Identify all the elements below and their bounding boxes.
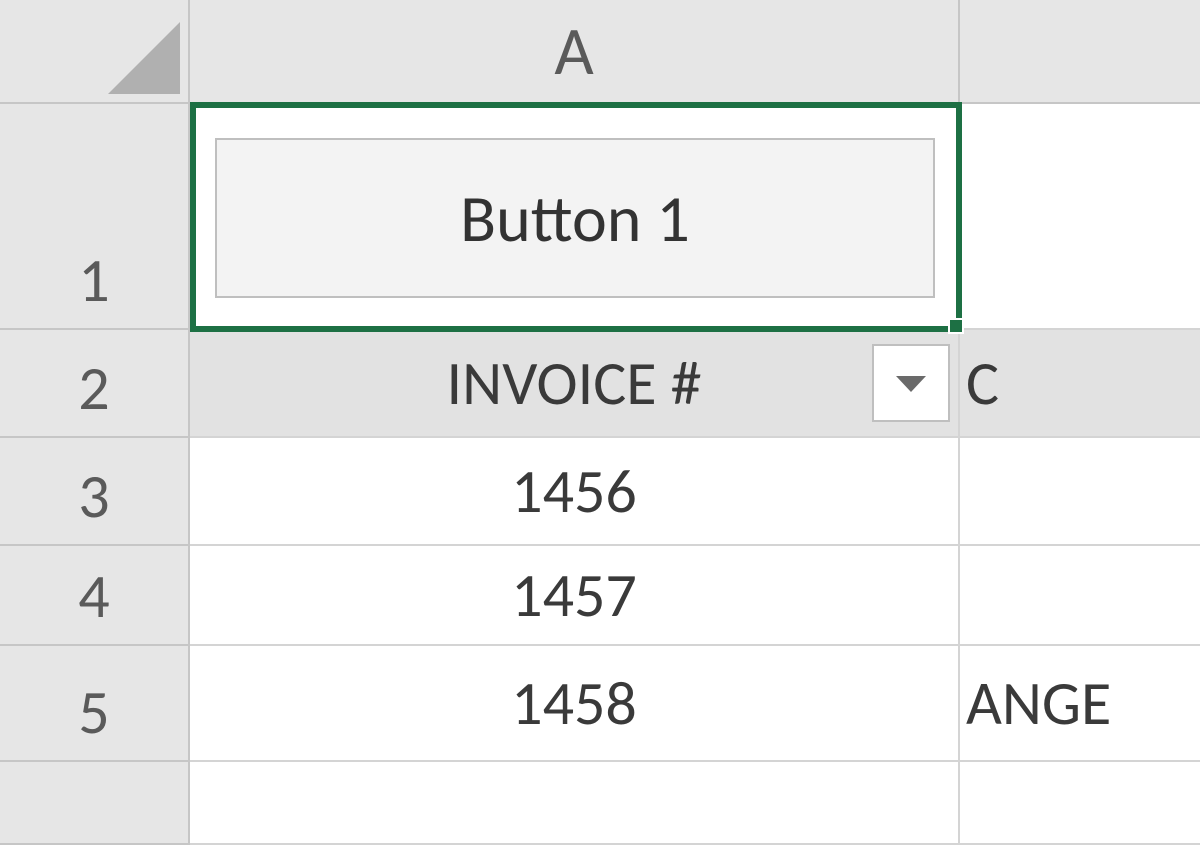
cell-a2[interactable]: INVOICE # bbox=[190, 330, 960, 438]
cell-a4[interactable]: 1457 bbox=[190, 546, 960, 646]
cell-a6[interactable] bbox=[190, 762, 960, 845]
row-6-partial bbox=[0, 762, 1200, 845]
row-2: 2 INVOICE # C bbox=[0, 330, 1200, 438]
cell-b6[interactable] bbox=[960, 762, 1200, 845]
cell-a3[interactable]: 1456 bbox=[190, 438, 960, 546]
chevron-down-icon bbox=[894, 372, 928, 394]
select-all-corner[interactable] bbox=[0, 0, 190, 104]
column-header-b[interactable] bbox=[960, 0, 1200, 104]
row-header-1[interactable]: 1 bbox=[0, 104, 190, 330]
cell-a5[interactable]: 1458 bbox=[190, 646, 960, 762]
column-header-a[interactable]: A bbox=[190, 0, 960, 104]
cell-b4[interactable] bbox=[960, 546, 1200, 646]
row-5: 5 1458 ANGE bbox=[0, 646, 1200, 762]
row-4: 4 1457 bbox=[0, 546, 1200, 646]
row-3: 3 1456 bbox=[0, 438, 1200, 546]
cell-b5[interactable]: ANGE bbox=[960, 646, 1200, 762]
row-header-3[interactable]: 3 bbox=[0, 438, 190, 546]
row-header-2[interactable]: 2 bbox=[0, 330, 190, 438]
row-header-4[interactable]: 4 bbox=[0, 546, 190, 646]
table-header-label: INVOICE # bbox=[447, 345, 702, 421]
row-header-6[interactable] bbox=[0, 762, 190, 845]
row-header-5[interactable]: 5 bbox=[0, 646, 190, 762]
filter-dropdown-button[interactable] bbox=[872, 344, 950, 422]
spreadsheet-grid: A 1 2 INVOICE # C 3 1456 4 1457 bbox=[0, 0, 1200, 845]
select-all-triangle-icon bbox=[108, 22, 180, 94]
cell-b3[interactable] bbox=[960, 438, 1200, 546]
cell-b2[interactable]: C bbox=[960, 330, 1200, 438]
cell-b2-partial-text: C bbox=[966, 345, 999, 421]
column-header-row: A bbox=[0, 0, 1200, 104]
cell-b1[interactable] bbox=[960, 104, 1200, 330]
form-button-1[interactable]: Button 1 bbox=[215, 138, 935, 298]
